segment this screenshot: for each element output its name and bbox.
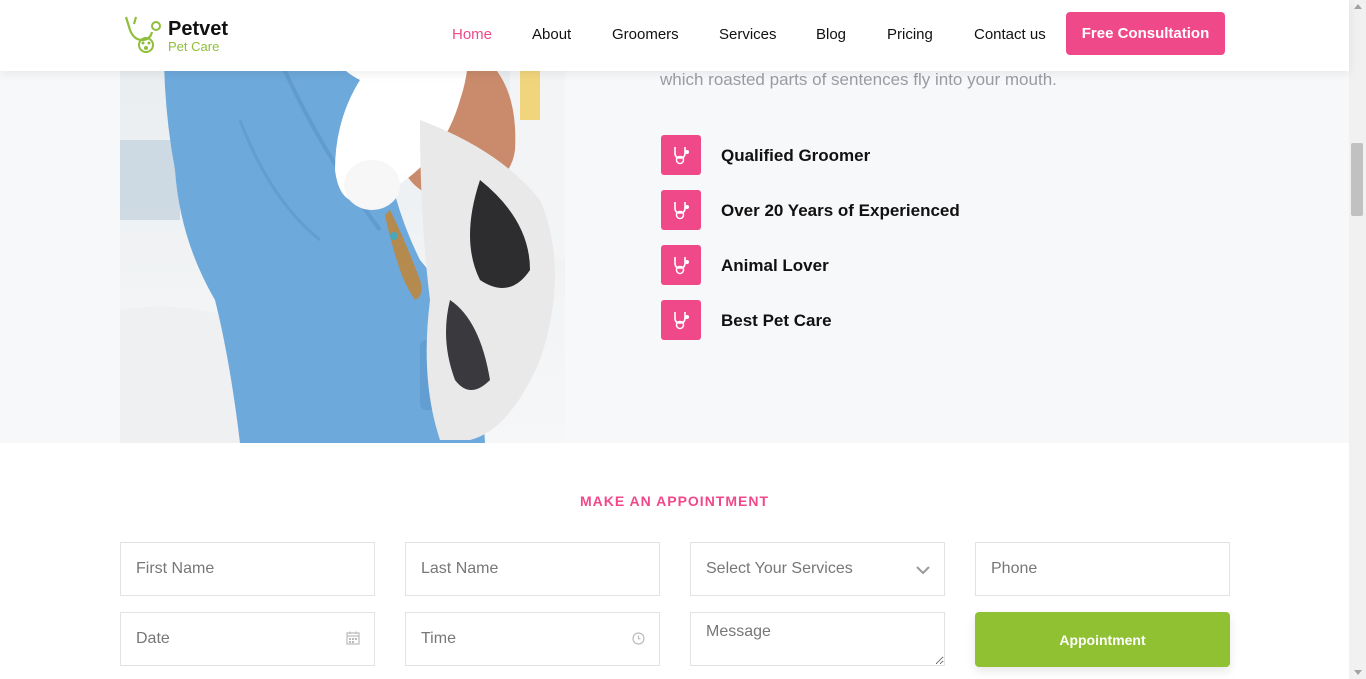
nav-about[interactable]: About [532, 26, 571, 43]
feature-label: Best Pet Care [721, 311, 832, 330]
scroll-down-arrow-icon[interactable] [1354, 670, 1362, 675]
scroll-thumb[interactable] [1351, 143, 1363, 216]
appointment-submit-button[interactable]: Appointment [975, 612, 1230, 667]
service-select[interactable]: Select Your Services [690, 542, 945, 596]
date-field[interactable] [120, 612, 375, 666]
hero-intro-text: which roasted parts of sentences fly int… [660, 70, 1057, 89]
calendar-icon [346, 631, 360, 645]
appointment-heading: MAKE AN APPOINTMENT [579, 493, 770, 509]
feature-label: Animal Lover [721, 256, 829, 275]
chevron-down-icon [916, 566, 930, 575]
message-input[interactable] [691, 613, 944, 665]
nav-contact[interactable]: Contact us [974, 26, 1046, 43]
nav-groomers[interactable]: Groomers [612, 26, 679, 43]
stethoscope-icon [661, 135, 701, 175]
first-name-field[interactable] [120, 542, 375, 596]
last-name-field[interactable] [405, 542, 660, 596]
feature-label: Qualified Groomer [721, 146, 871, 165]
nav-services[interactable]: Services [719, 26, 777, 43]
stethoscope-icon [661, 300, 701, 340]
time-input[interactable] [406, 613, 659, 665]
site-header: Petvet Pet Care Home About Groomers Serv… [0, 0, 1349, 71]
page-scrollbar[interactable] [1349, 0, 1366, 679]
free-consultation-button[interactable]: Free Consultation [1066, 12, 1225, 55]
first-name-input[interactable] [121, 543, 374, 595]
nav-pricing[interactable]: Pricing [887, 26, 933, 43]
phone-field[interactable] [975, 542, 1230, 596]
stethoscope-icon [661, 190, 701, 230]
feature-label: Over 20 Years of Experienced [721, 201, 960, 220]
brand-tagline: Pet Care [168, 39, 220, 54]
stethoscope-logo-icon [124, 16, 161, 53]
phone-input[interactable] [976, 543, 1229, 595]
nav-blog[interactable]: Blog [816, 26, 846, 43]
date-input[interactable] [121, 613, 374, 665]
brand-logo[interactable]: Petvet Pet Care [122, 14, 242, 56]
scroll-up-arrow-icon[interactable] [1354, 4, 1362, 9]
time-field[interactable] [405, 612, 660, 666]
nav-home[interactable]: Home [452, 26, 492, 43]
clock-icon [632, 632, 645, 645]
stethoscope-icon [661, 245, 701, 285]
message-field[interactable] [690, 612, 945, 666]
service-select-value: Select Your Services [706, 560, 853, 577]
brand-name: Petvet [168, 18, 229, 40]
last-name-input[interactable] [406, 543, 659, 595]
